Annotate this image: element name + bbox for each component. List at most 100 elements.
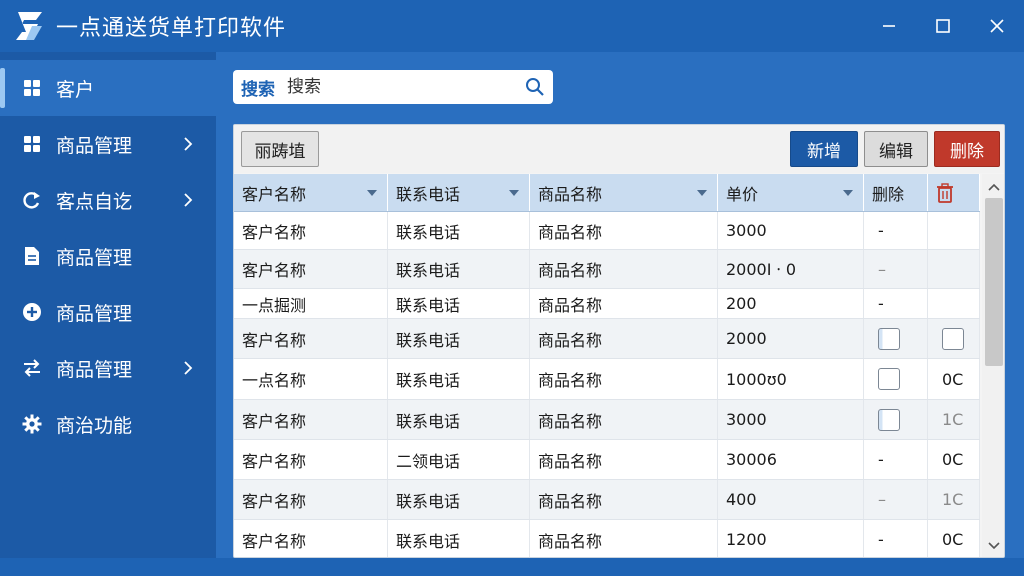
sort-down-icon[interactable] (509, 190, 519, 196)
cell-delete: – (864, 250, 928, 288)
column-header-label: 删除 (872, 184, 905, 204)
minimize-icon (883, 25, 895, 27)
sidebar-item-label: 商品管理 (56, 246, 133, 269)
cell-product-name: 商品名称 (530, 359, 718, 399)
cell-delete[interactable] (864, 319, 928, 358)
document-icon (22, 246, 42, 266)
column-header-product-name[interactable]: 商品名称 (530, 174, 718, 211)
delete-button[interactable]: 删除 (934, 131, 1000, 167)
cell-phone: 联系电话 (388, 400, 530, 439)
column-header-price[interactable]: 单价 (718, 174, 864, 211)
cell-price: 3000 (718, 212, 864, 249)
minimize-button[interactable] (862, 0, 916, 52)
grid-icon (22, 134, 42, 154)
table-row[interactable]: 一点名称 联系电话 商品名称 1000ʊ0 0C (234, 359, 980, 400)
chevron-right-icon (184, 137, 193, 151)
column-header-label: 商品名称 (538, 184, 603, 204)
scrollbar-thumb[interactable] (985, 198, 1003, 366)
cell-product-name: 商品名称 (530, 212, 718, 249)
maximize-icon (936, 19, 950, 33)
cell-phone: 联系电话 (388, 289, 530, 318)
cell-delete: - (864, 212, 928, 249)
cell-delete[interactable] (864, 400, 928, 439)
column-header-phone[interactable]: 联系电话 (388, 174, 530, 211)
cell-product-name: 商品名称 (530, 440, 718, 479)
cell-phone: 二领电话 (388, 440, 530, 479)
chevron-down-icon (988, 542, 1000, 550)
cell-extra: 1C (928, 480, 980, 519)
row-checkbox[interactable] (942, 327, 964, 350)
table-row[interactable]: 客户名称 联系电话 商品名称 3000- (234, 212, 980, 250)
customer-table: 客户名称 联系电话 商品名称 单价 删除 客户名称 联系电话 商品名称 3000- 客户… (234, 174, 980, 557)
cell-extra[interactable] (928, 319, 980, 358)
vertical-scrollbar[interactable] (982, 174, 1004, 557)
cell-delete: - (864, 289, 928, 318)
edit-button[interactable]: 编辑 (864, 131, 928, 167)
cell-delete[interactable] (864, 359, 928, 399)
column-header-customer-name[interactable]: 客户名称 (234, 174, 388, 211)
cell-extra: 0C (928, 359, 980, 399)
sidebar-item-product-add[interactable]: 商品管理 (0, 284, 216, 340)
scroll-up-button[interactable] (984, 178, 1004, 196)
chevron-right-icon (184, 193, 193, 207)
title-bar: 一点通送货单打印软件 (0, 0, 1024, 52)
table-row[interactable]: 客户名称 联系电话 商品名称 400–1C (234, 480, 980, 520)
cell-price: 1200 (718, 520, 864, 557)
row-checkbox[interactable] (878, 408, 900, 431)
customer-table-panel: 丽踌埴 新增 编辑 删除 客户名称 联系电话 商品名称 单价 删除 客户名称 联系… (233, 124, 1005, 558)
sidebar-item-label: 商品管理 (56, 134, 133, 157)
chevron-right-icon (184, 361, 193, 375)
search-icon[interactable] (525, 77, 545, 97)
cell-product-name: 商品名称 (530, 400, 718, 439)
table-row[interactable]: 一点掘测 联系电话 商品名称 200- (234, 289, 980, 319)
sidebar-item-products[interactable]: 商品管理 (0, 116, 216, 172)
sidebar-item-customers[interactable]: 客户 (0, 60, 216, 116)
bottom-border (0, 558, 1024, 576)
gear-icon (22, 414, 42, 434)
cell-customer-name: 一点名称 (234, 359, 388, 399)
grid-icon (22, 78, 42, 98)
cell-product-name: 商品名称 (530, 520, 718, 557)
cell-price: 2000 (718, 319, 864, 358)
row-checkbox[interactable] (878, 368, 900, 390)
column-header-label: 单价 (726, 184, 759, 204)
column-header-trash[interactable] (928, 174, 980, 211)
table-row[interactable]: 客户名称 联系电话 商品名称 1200-0C (234, 520, 980, 557)
cell-product-name: 商品名称 (530, 250, 718, 288)
cell-price: 3000 (718, 400, 864, 439)
filter-button[interactable]: 丽踌埴 (241, 131, 319, 167)
scroll-down-button[interactable] (984, 537, 1004, 555)
sidebar-item-label: 客户 (56, 78, 95, 101)
cell-extra: 1C (928, 400, 980, 439)
column-header-delete: 删除 (864, 174, 928, 211)
table-row[interactable]: 客户名称 二领电话 商品名称 30006-0C (234, 440, 980, 480)
table-header: 客户名称 联系电话 商品名称 单价 删除 (234, 174, 980, 212)
cell-delete: - (864, 520, 928, 557)
main-content: 搜索 丽踌埴 新增 编辑 删除 客户名称 联系电话 商品名称 单价 删除 客户名… (216, 52, 1024, 558)
search-input[interactable] (287, 77, 507, 97)
maximize-button[interactable] (916, 0, 970, 52)
table-row[interactable]: 客户名称 联系电话 商品名称 3000 1C (234, 400, 980, 440)
table-row[interactable]: 客户名称 联系电话 商品名称 2000 (234, 319, 980, 359)
cell-customer-name: 客户名称 (234, 480, 388, 519)
close-icon (990, 19, 1004, 33)
row-checkbox[interactable] (878, 327, 900, 350)
cell-phone: 联系电话 (388, 212, 530, 249)
sort-down-icon[interactable] (843, 190, 853, 196)
add-button[interactable]: 新增 (790, 131, 858, 167)
sort-down-icon[interactable] (367, 190, 377, 196)
sidebar-item-self-check[interactable]: 客点自讫 (0, 172, 216, 228)
search-label: 搜索 (241, 79, 275, 100)
sidebar-item-label: 商治功能 (56, 414, 133, 437)
transfer-icon (22, 358, 42, 378)
close-button[interactable] (970, 0, 1024, 52)
cell-extra: 0C (928, 520, 980, 557)
sidebar-item-settings[interactable]: 商治功能 (0, 396, 216, 452)
table-body: 客户名称 联系电话 商品名称 3000- 客户名称 联系电话 商品名称 2000I ⸱ 0– 一… (234, 212, 980, 557)
sidebar-item-product-transfer[interactable]: 商品管理 (0, 340, 216, 396)
sort-down-icon[interactable] (697, 190, 707, 196)
table-row[interactable]: 客户名称 联系电话 商品名称 2000I ⸱ 0– (234, 250, 980, 289)
cell-customer-name: 客户名称 (234, 319, 388, 358)
sidebar-item-product-docs[interactable]: 商品管理 (0, 228, 216, 284)
trash-icon[interactable] (936, 182, 954, 203)
